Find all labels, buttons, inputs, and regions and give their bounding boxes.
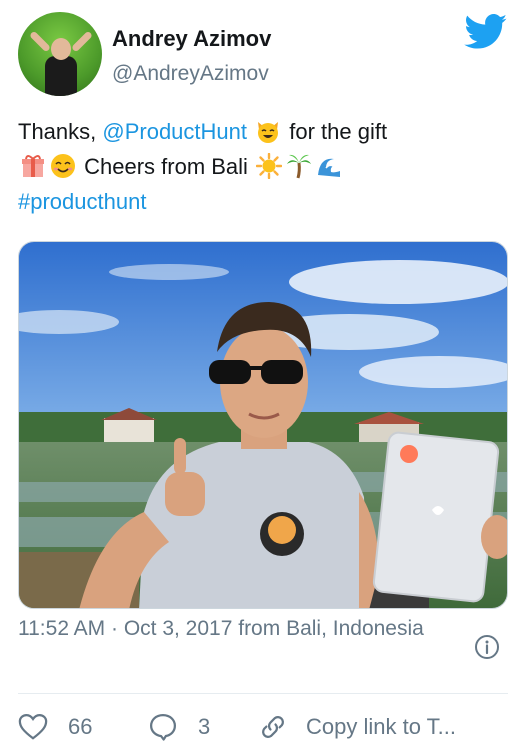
- tweet-photo[interactable]: [18, 241, 508, 609]
- copy-link-label: Copy link to T...: [306, 714, 456, 739]
- info-icon[interactable]: [474, 634, 500, 660]
- like-count: 66: [68, 714, 93, 739]
- divider: [18, 693, 508, 694]
- copy-link-button[interactable]: Copy link to T...: [258, 710, 456, 744]
- avatar[interactable]: [18, 12, 102, 96]
- tweet-header: Andrey Azimov @AndreyAzimov: [18, 12, 508, 102]
- link-icon: [262, 716, 284, 738]
- tweet-text: Thanks, @ProductHunt for the gift Cheers…: [18, 119, 388, 214]
- wave-emoji-icon: [316, 153, 343, 179]
- speech-bubble-icon: [150, 714, 176, 741]
- hashtag-link[interactable]: #producthunt: [18, 189, 146, 214]
- palm-tree-emoji-icon: [287, 154, 312, 179]
- user-handle[interactable]: @AndreyAzimov: [112, 62, 269, 86]
- like-button[interactable]: 66: [18, 710, 92, 744]
- twitter-bird-icon[interactable]: [464, 14, 508, 50]
- display-name[interactable]: Andrey Azimov: [112, 26, 271, 52]
- sun-emoji-icon: [256, 153, 283, 179]
- cat-emoji-icon: [258, 122, 279, 143]
- heart-icon: [18, 713, 48, 740]
- photo-image: [19, 242, 507, 608]
- tweet-timestamp[interactable]: 11:52 AM · Oct 3, 2017 from Bali, Indone…: [18, 612, 468, 646]
- tweet-actions: 66 3 Copy link to T...: [18, 700, 508, 754]
- gift-emoji-icon: [22, 155, 44, 177]
- smiling-face-emoji-icon: [51, 154, 75, 178]
- reply-button[interactable]: 3: [148, 710, 210, 744]
- mention-link[interactable]: @ProductHunt: [102, 119, 247, 144]
- reply-count: 3: [198, 714, 211, 739]
